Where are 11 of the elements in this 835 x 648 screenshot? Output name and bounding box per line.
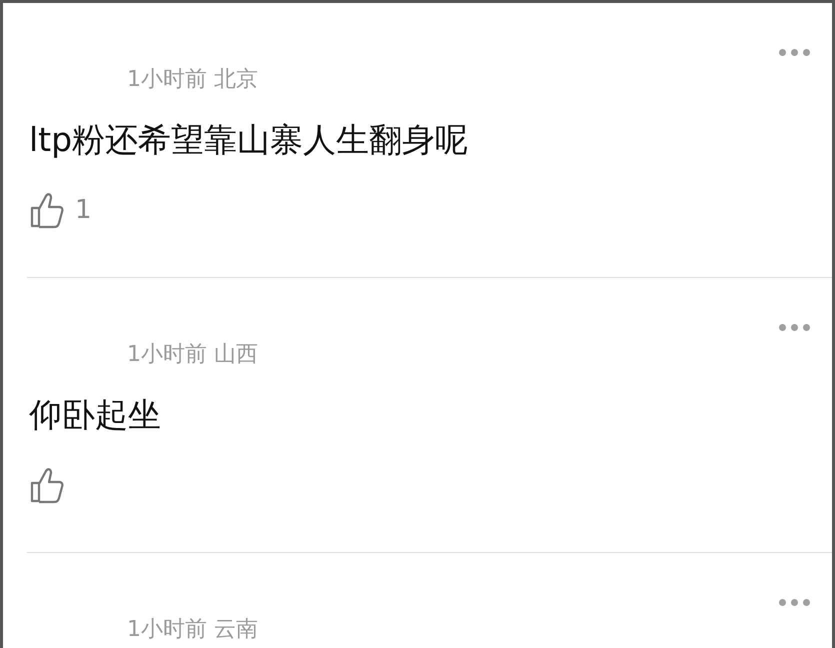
comment-time-location: 1小时前 北京 [127,67,258,94]
thumbs-up-icon[interactable] [29,191,65,229]
comment-text: 仰卧起坐 [29,394,161,436]
comment-text: ltp粉还希望靠山寨人生翻身呢 [29,119,468,161]
more-options-icon[interactable] [779,49,810,56]
comment-time-location: 1小时前 山西 [127,342,258,368]
like-count: 1 [75,197,92,223]
more-options-icon[interactable] [779,324,810,331]
more-options-icon[interactable] [779,599,810,606]
comment-time-location: 1小时前 云南 [127,617,258,644]
thumbs-up-icon[interactable] [29,466,65,504]
